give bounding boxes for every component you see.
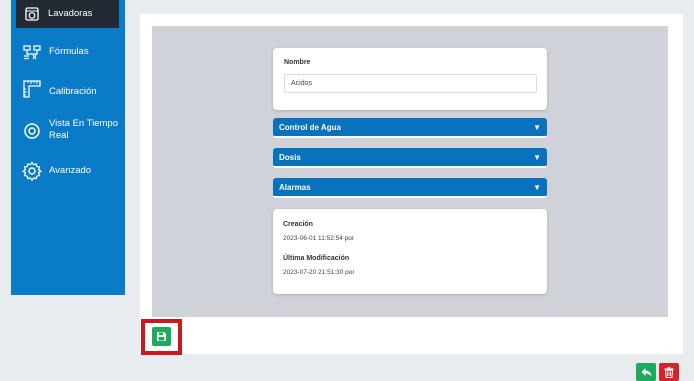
caret-down-icon: ▼ [533, 122, 541, 132]
sidebar-item-label: Avanzado [49, 165, 92, 176]
sidebar-item-label: Lavadoras [48, 8, 93, 19]
sidebar-item-label: Vista En Tiempo Real [49, 118, 119, 141]
formula-icon [21, 41, 43, 63]
sidebar-item-vista-tiempo-real[interactable]: Vista En Tiempo Real [11, 118, 125, 142]
washing-machine-icon [24, 6, 40, 22]
sidebar-item-label: Fórmulas [49, 46, 89, 57]
created-label: Creación [283, 221, 313, 228]
sidebar: Lavadoras Fórmulas Calibración Vista En … [11, 0, 125, 295]
caret-down-icon: ▼ [533, 182, 541, 192]
delete-button[interactable] [659, 363, 679, 381]
save-icon [156, 331, 167, 342]
trash-icon [664, 366, 674, 378]
section-label: Control de Agua [279, 122, 341, 132]
sidebar-item-avanzado[interactable]: Avanzado [11, 160, 125, 182]
ruler-icon [21, 78, 43, 100]
name-input[interactable]: Acidos [284, 74, 537, 93]
modified-label: Última Modificación [283, 255, 350, 262]
eye-icon [21, 120, 43, 142]
gear-icon [21, 160, 43, 182]
save-button[interactable] [152, 327, 171, 346]
created-value: 2023-06-01 11:52:54 por [283, 235, 355, 242]
section-alarmas[interactable]: Alarmas ▼ [273, 178, 547, 198]
section-label: Alarmas [279, 182, 311, 192]
back-button[interactable] [636, 363, 656, 381]
section-dosis[interactable]: Dosis ▼ [273, 148, 547, 168]
name-label: Nombre [284, 59, 311, 66]
name-card: Nombre Acidos [273, 48, 547, 110]
modified-value: 2023-07-20 21:51:30 por [283, 269, 355, 276]
audit-info-card: Creación 2023-06-01 11:52:54 por Última … [273, 209, 547, 294]
caret-down-icon: ▼ [533, 152, 541, 162]
reply-icon [641, 367, 652, 377]
sidebar-item-label: Calibración [49, 86, 97, 97]
sidebar-item-lavadoras[interactable]: Lavadoras [16, 0, 119, 28]
sidebar-item-formulas[interactable]: Fórmulas [11, 41, 125, 63]
section-label: Dosis [279, 152, 301, 162]
sidebar-item-calibracion[interactable]: Calibración [11, 78, 125, 100]
section-control-agua[interactable]: Control de Agua ▼ [273, 118, 547, 138]
